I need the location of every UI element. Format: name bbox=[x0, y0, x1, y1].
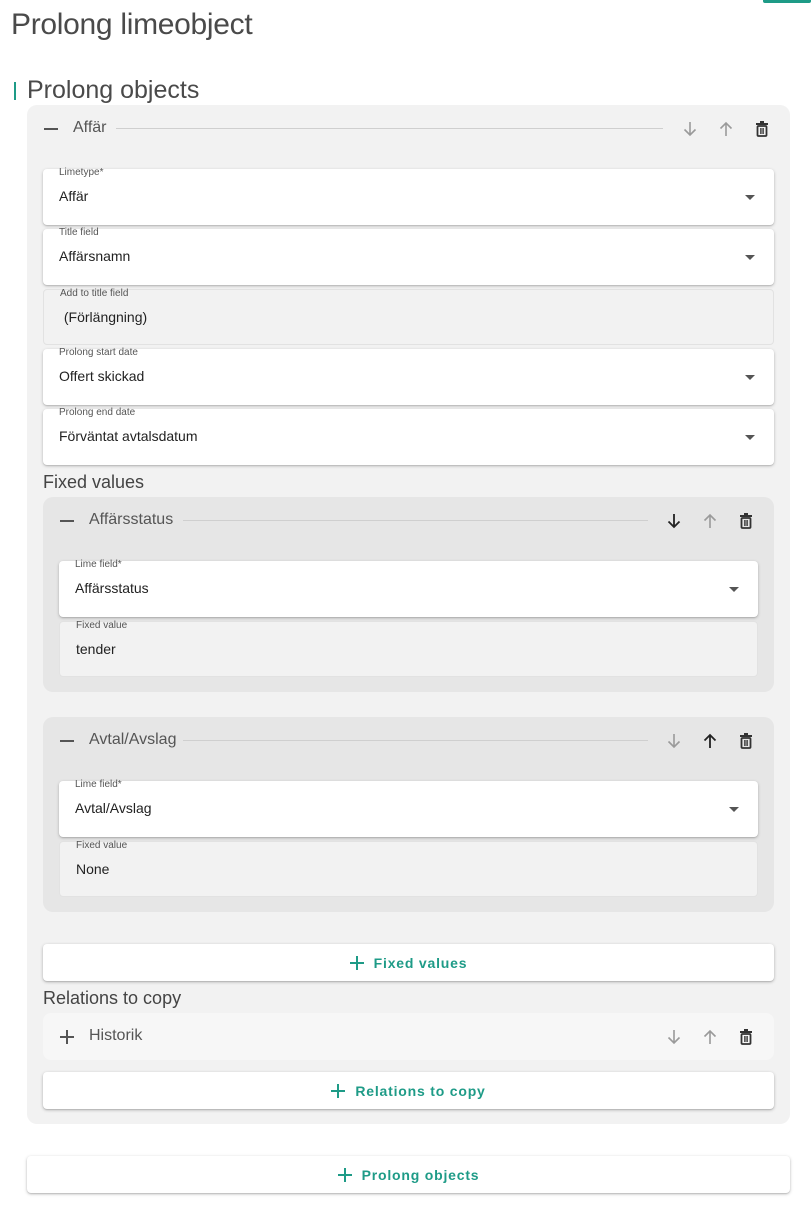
fixed-value-label: Fixed value bbox=[76, 620, 128, 631]
plus-icon bbox=[337, 1167, 352, 1182]
plus-icon[interactable] bbox=[60, 1030, 74, 1044]
fixed-value-value: tender bbox=[76, 641, 116, 657]
title-field-label: Title field bbox=[59, 227, 99, 238]
top-accent-bar bbox=[763, 0, 811, 3]
relations-heading: Relations to copy bbox=[43, 988, 182, 1008]
end-date-label: Prolong end date bbox=[59, 407, 136, 418]
lime-field-value: Avtal/Avslag bbox=[75, 800, 152, 816]
add-prolong-objects-label: Prolong objects bbox=[361, 1166, 480, 1183]
add-to-title-label: Add to title field bbox=[60, 288, 129, 299]
trash-icon[interactable] bbox=[734, 729, 758, 753]
caret-down-icon bbox=[729, 807, 739, 812]
header-divider bbox=[116, 128, 663, 129]
arrow-down-icon[interactable] bbox=[678, 117, 702, 141]
plus-icon bbox=[331, 1083, 346, 1098]
lime-field-label: Lime field* bbox=[75, 559, 122, 570]
fixed-value-input[interactable]: Fixed value None bbox=[59, 840, 758, 897]
caret-down-icon bbox=[729, 587, 739, 592]
fixed-value-input[interactable]: Fixed value tender bbox=[59, 620, 758, 677]
add-fixed-values-label: Fixed values bbox=[373, 954, 468, 971]
start-date-label: Prolong start date bbox=[59, 347, 138, 358]
caret-down-icon bbox=[745, 435, 755, 440]
add-prolong-objects-button[interactable]: Prolong objects bbox=[27, 1156, 790, 1193]
add-relations-label: Relations to copy bbox=[355, 1082, 486, 1099]
arrow-up-icon[interactable] bbox=[714, 117, 738, 141]
add-relations-button[interactable]: Relations to copy bbox=[43, 1072, 774, 1109]
limetype-label: Limetype* bbox=[59, 167, 104, 178]
arrow-down-icon[interactable] bbox=[662, 1025, 686, 1049]
end-date-select[interactable]: Prolong end date Förväntat avtalsdatum bbox=[43, 407, 774, 465]
trash-icon[interactable] bbox=[734, 509, 758, 533]
trash-icon[interactable] bbox=[750, 117, 774, 141]
collapse-icon[interactable] bbox=[60, 514, 74, 528]
lime-field-label: Lime field* bbox=[75, 779, 122, 790]
collapse-icon[interactable] bbox=[60, 734, 74, 748]
add-fixed-values-button[interactable]: Fixed values bbox=[43, 944, 774, 981]
section-accent-bar bbox=[14, 82, 16, 100]
trash-icon[interactable] bbox=[734, 1025, 758, 1049]
title-field-value: Affärsnamn bbox=[59, 248, 131, 264]
limetype-select[interactable]: Limetype* Affär bbox=[43, 167, 774, 225]
lime-field-value: Affärsstatus bbox=[75, 580, 149, 596]
object-name: Affär bbox=[73, 119, 107, 136]
fixed-value-value: None bbox=[76, 861, 110, 877]
arrow-down-icon[interactable] bbox=[662, 729, 686, 753]
fixed-value-name: Affärsstatus bbox=[89, 511, 174, 528]
plus-icon bbox=[349, 955, 364, 970]
lime-field-select[interactable]: Lime field* Affärsstatus bbox=[59, 559, 758, 617]
title-field-select[interactable]: Title field Affärsnamn bbox=[43, 227, 774, 285]
add-to-title-input[interactable]: Add to title field (Förlängning) bbox=[43, 288, 774, 345]
relation-name: Historik bbox=[89, 1027, 143, 1044]
arrow-up-icon[interactable] bbox=[698, 1025, 722, 1049]
fixed-value-label: Fixed value bbox=[76, 840, 128, 851]
arrow-up-icon[interactable] bbox=[698, 509, 722, 533]
caret-down-icon bbox=[745, 255, 755, 260]
arrow-down-icon[interactable] bbox=[662, 509, 686, 533]
fixed-values-heading: Fixed values bbox=[43, 472, 145, 492]
add-to-title-value: (Förlängning) bbox=[60, 309, 148, 325]
item-divider bbox=[183, 740, 648, 741]
lime-field-select[interactable]: Lime field* Avtal/Avslag bbox=[59, 779, 758, 837]
caret-down-icon bbox=[745, 375, 755, 380]
caret-down-icon bbox=[745, 195, 755, 200]
end-date-value: Förväntat avtalsdatum bbox=[59, 428, 198, 444]
page-title: Prolong limeobject bbox=[11, 8, 253, 41]
start-date-value: Offert skickad bbox=[59, 368, 145, 384]
fixed-value-name: Avtal/Avslag bbox=[89, 731, 177, 748]
limetype-value: Affär bbox=[59, 188, 89, 204]
section-title: Prolong objects bbox=[27, 76, 200, 104]
collapse-icon[interactable] bbox=[44, 122, 58, 136]
start-date-select[interactable]: Prolong start date Offert skickad bbox=[43, 347, 774, 405]
arrow-up-icon[interactable] bbox=[698, 729, 722, 753]
item-divider bbox=[183, 520, 648, 521]
